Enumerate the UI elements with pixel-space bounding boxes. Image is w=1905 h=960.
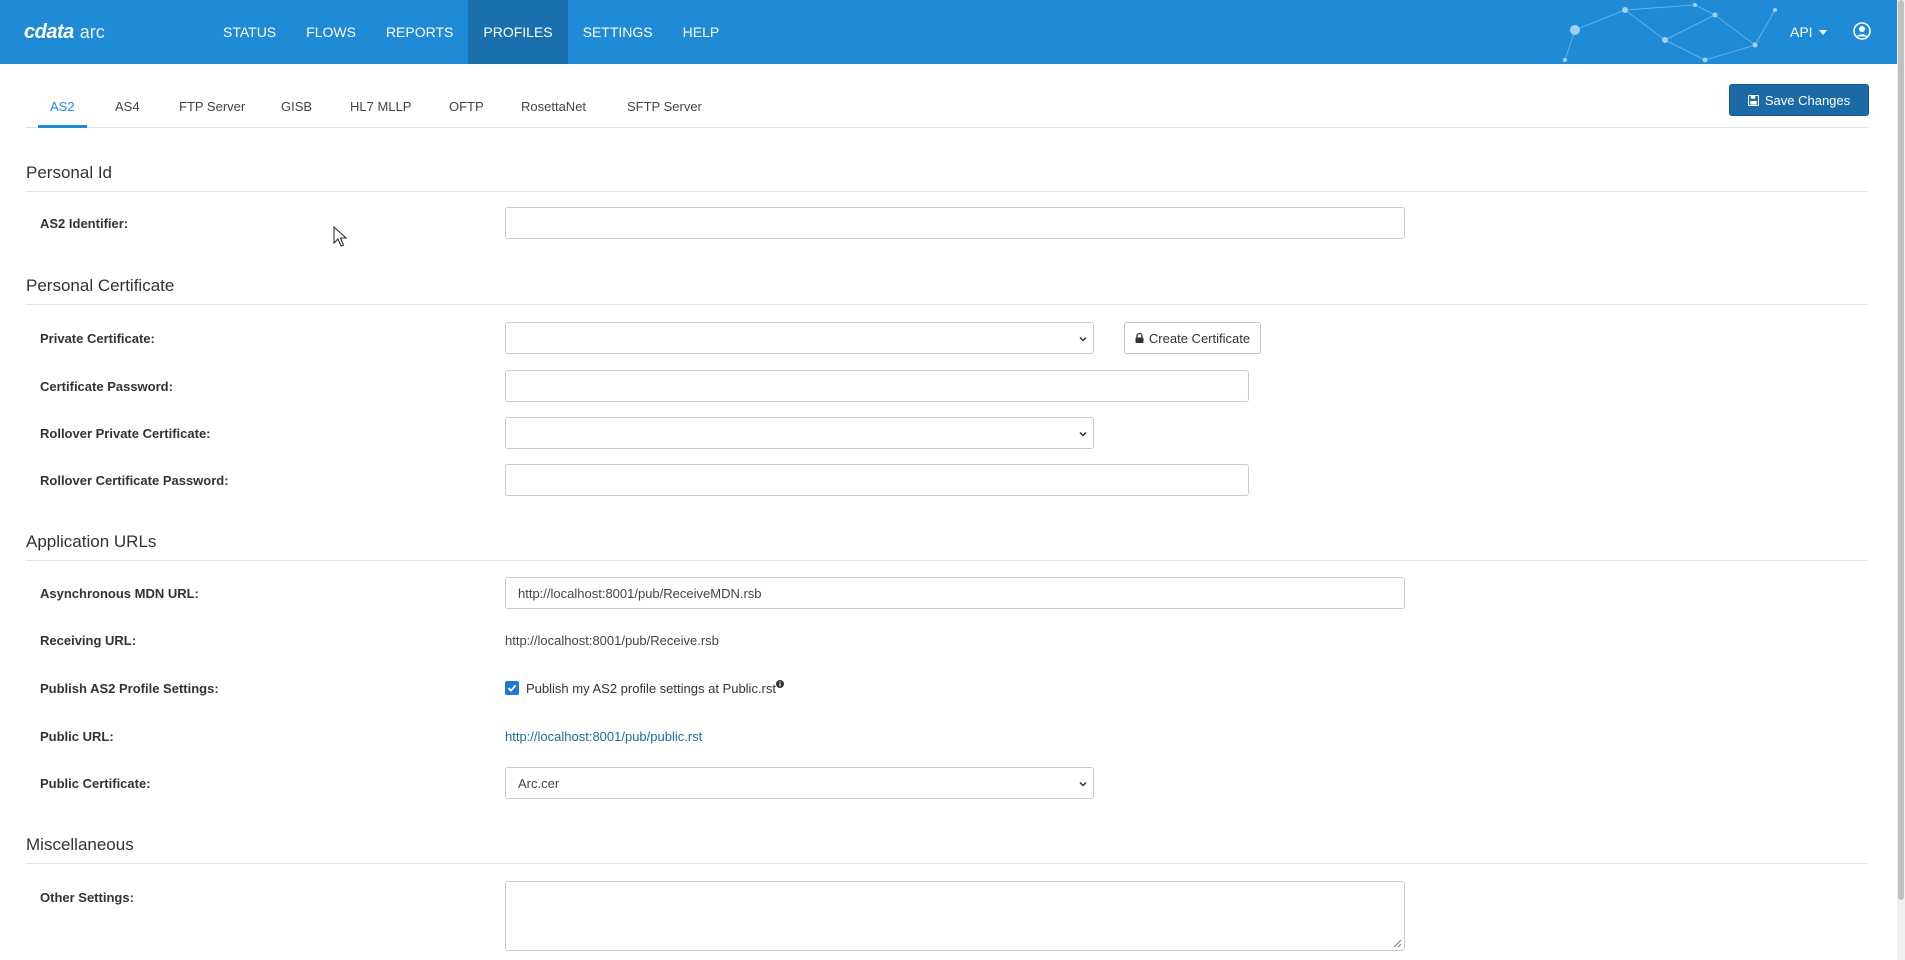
nav-settings[interactable]: SETTINGS bbox=[568, 0, 668, 64]
as2-identifier-input[interactable] bbox=[505, 207, 1405, 239]
receiving-url-value: http://localhost:8001/pub/Receive.rsb bbox=[505, 633, 719, 648]
tab-ftp-server[interactable]: FTP Server bbox=[179, 85, 245, 127]
publish-settings-checkbox[interactable] bbox=[505, 681, 519, 695]
resize-handle-icon[interactable] bbox=[1393, 939, 1402, 948]
create-certificate-button[interactable]: Create Certificate bbox=[1124, 322, 1261, 354]
protocol-tabs: AS2 AS4 FTP Server GISB HL7 MLLP OFTP Ro… bbox=[26, 85, 1868, 128]
certificate-password-label: Certificate Password: bbox=[40, 379, 173, 394]
floppy-disk-icon bbox=[1747, 94, 1759, 106]
nav-help[interactable]: HELP bbox=[668, 0, 735, 64]
checkmark-icon bbox=[507, 684, 517, 692]
chevron-down-icon bbox=[1818, 29, 1827, 35]
as2-identifier-label: AS2 Identifier: bbox=[40, 216, 129, 231]
section-miscellaneous: Miscellaneous bbox=[26, 835, 1868, 864]
rollover-certificate-label: Rollover Private Certificate: bbox=[40, 426, 211, 441]
receiving-url-label: Receiving URL: bbox=[40, 633, 137, 648]
private-certificate-select[interactable] bbox=[505, 322, 1094, 354]
save-changes-button[interactable]: Save Changes bbox=[1729, 84, 1869, 116]
public-url-link[interactable]: http://localhost:8001/pub/public.rst bbox=[505, 729, 702, 744]
main-nav: STATUS FLOWS REPORTS PROFILES SETTINGS H… bbox=[208, 0, 734, 64]
async-mdn-url-input[interactable]: http://localhost:8001/pub/ReceiveMDN.rsb bbox=[505, 577, 1405, 609]
certificate-password-input[interactable] bbox=[505, 370, 1249, 402]
api-menu-label: API bbox=[1790, 24, 1813, 40]
tab-hl7-mllp[interactable]: HL7 MLLP bbox=[350, 85, 411, 127]
async-mdn-url-label: Asynchronous MDN URL: bbox=[40, 586, 199, 601]
logo-product: arc bbox=[79, 21, 105, 42]
logo-brand: cdata bbox=[24, 20, 74, 43]
network-decoration-icon bbox=[1563, 3, 1777, 63]
public-certificate-value: Arc.cer bbox=[518, 775, 560, 791]
tab-as2[interactable]: AS2 bbox=[38, 85, 86, 128]
chevron-down-icon bbox=[1079, 336, 1087, 342]
rollover-certificate-select[interactable] bbox=[505, 417, 1094, 449]
section-personal-certificate: Personal Certificate bbox=[26, 276, 1868, 305]
nav-flows[interactable]: FLOWS bbox=[291, 0, 371, 64]
user-account-icon[interactable] bbox=[1853, 22, 1871, 40]
tab-sftp-server[interactable]: SFTP Server bbox=[627, 85, 702, 127]
publish-settings-label: Publish AS2 Profile Settings: bbox=[40, 681, 219, 696]
chevron-down-icon bbox=[1079, 781, 1087, 787]
info-icon[interactable] bbox=[776, 680, 784, 688]
mouse-cursor-icon bbox=[333, 226, 347, 247]
chevron-down-icon bbox=[1079, 431, 1087, 437]
app-logo[interactable]: cdata arc bbox=[24, 19, 105, 45]
tab-gisb[interactable]: GISB bbox=[281, 85, 312, 127]
nav-reports[interactable]: REPORTS bbox=[371, 0, 468, 64]
rollover-password-label: Rollover Certificate Password: bbox=[40, 473, 229, 488]
public-certificate-label: Public Certificate: bbox=[40, 776, 151, 791]
other-settings-textarea[interactable] bbox=[505, 881, 1405, 951]
other-settings-label: Other Settings: bbox=[40, 890, 134, 905]
nav-profiles[interactable]: PROFILES bbox=[468, 0, 568, 64]
nav-status[interactable]: STATUS bbox=[208, 0, 291, 64]
page-scrollbar[interactable] bbox=[1897, 0, 1905, 960]
api-menu[interactable]: API bbox=[1790, 0, 1827, 64]
tab-as4[interactable]: AS4 bbox=[115, 85, 140, 127]
private-certificate-label: Private Certificate: bbox=[40, 331, 155, 346]
scrollbar-thumb[interactable] bbox=[1898, 0, 1904, 900]
public-url-label: Public URL: bbox=[40, 729, 114, 744]
section-application-urls: Application URLs bbox=[26, 532, 1868, 561]
tab-rosettanet[interactable]: RosettaNet bbox=[521, 85, 586, 127]
public-certificate-select[interactable]: Arc.cer bbox=[505, 767, 1094, 799]
lock-icon bbox=[1135, 333, 1144, 343]
save-changes-label: Save Changes bbox=[1764, 92, 1851, 108]
create-certificate-label: Create Certificate bbox=[1148, 330, 1251, 346]
rollover-password-input[interactable] bbox=[505, 464, 1249, 496]
publish-settings-text: Publish my AS2 profile settings at Publi… bbox=[526, 681, 777, 696]
top-navbar: cdata arc STATUS FLOWS REPORTS PROFILES … bbox=[0, 0, 1905, 64]
section-personal-id: Personal Id bbox=[26, 163, 1868, 192]
tab-oftp[interactable]: OFTP bbox=[449, 85, 484, 127]
